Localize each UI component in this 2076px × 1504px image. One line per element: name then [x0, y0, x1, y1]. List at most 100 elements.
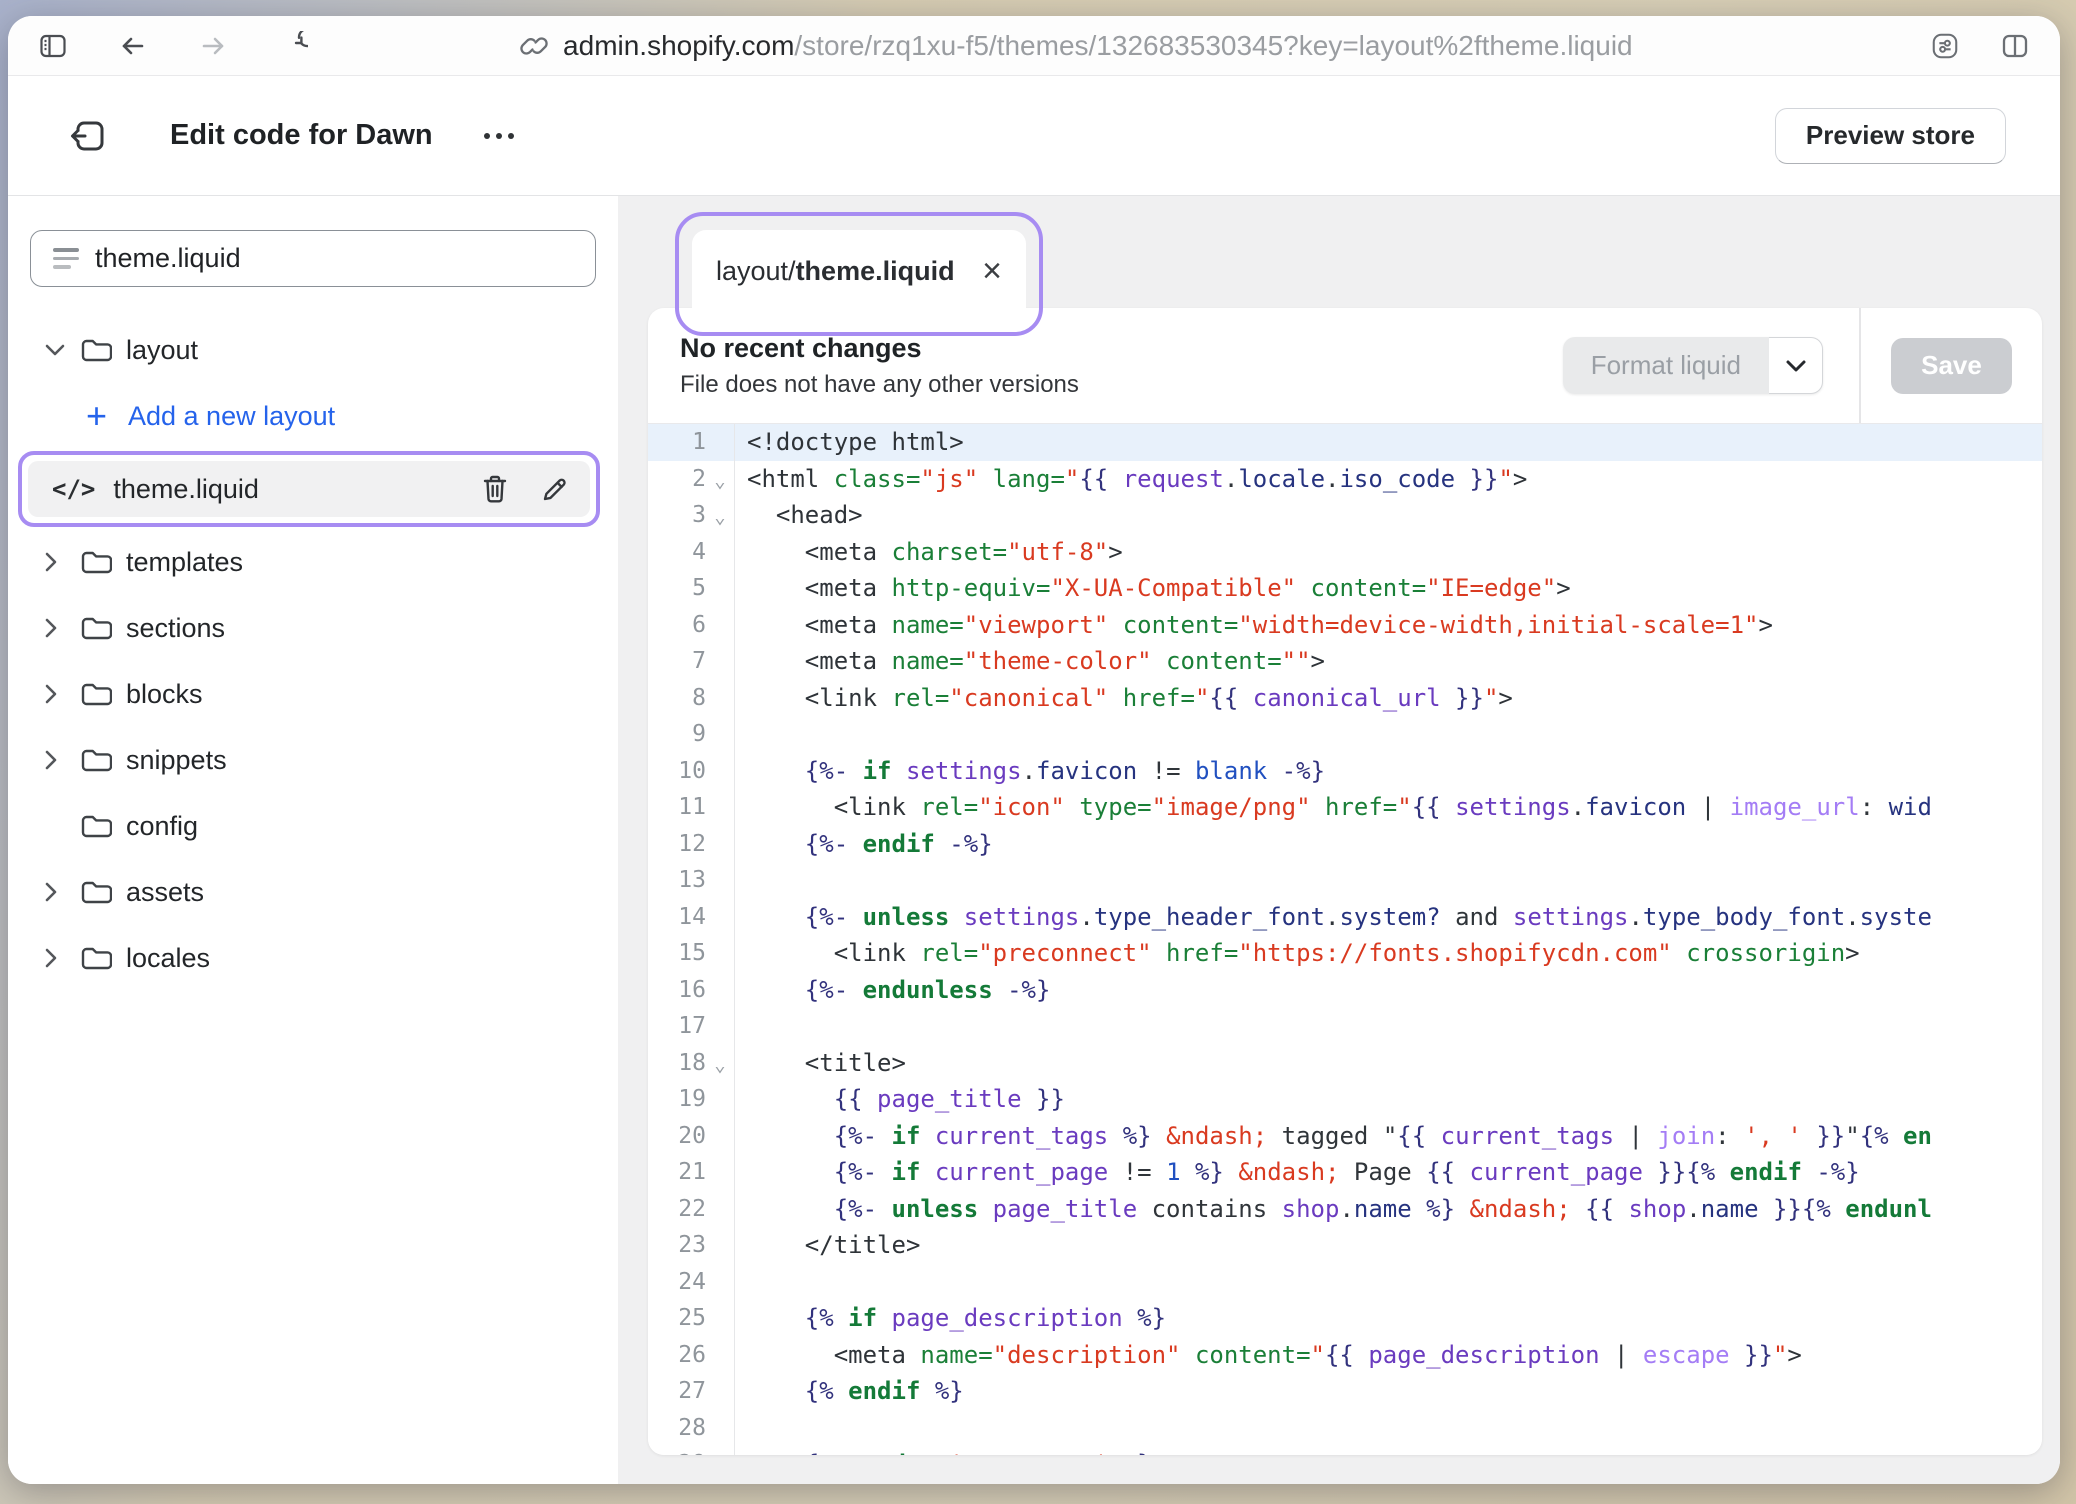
format-liquid-control: Format liquid — [1563, 337, 1823, 394]
fold-toggle-icon[interactable]: ⌄ — [706, 466, 734, 492]
file-search-box[interactable] — [30, 230, 596, 287]
reload-icon[interactable] — [278, 31, 308, 61]
code-line-18[interactable]: 18⌄ <title> — [648, 1045, 2042, 1082]
sidebar-item-sections[interactable]: sections — [26, 595, 600, 661]
sidebar-item-theme-liquid[interactable]: </>theme.liquid — [28, 461, 590, 517]
exit-icon[interactable] — [68, 116, 108, 156]
code-line-25[interactable]: 25 {% if page_description %} — [648, 1300, 2042, 1337]
status-title: No recent changes — [680, 333, 1079, 364]
code-text — [734, 1410, 2042, 1447]
editor-panel: layout/theme.liquid × No recent changes … — [618, 196, 2060, 1484]
code-line-27[interactable]: 27 {% endif %} — [648, 1373, 2042, 1410]
code-text: {%- endunless -%} — [734, 972, 2042, 1009]
line-number: 24 — [648, 1269, 706, 1295]
code-line-1[interactable]: 1<!doctype html> — [648, 424, 2042, 461]
app-header: Edit code for Dawn Preview store — [8, 76, 2060, 196]
folder-icon — [80, 680, 112, 708]
format-dropdown-button[interactable] — [1769, 337, 1823, 394]
sidebar-item-snippets[interactable]: snippets — [26, 727, 600, 793]
forward-icon[interactable] — [198, 31, 228, 61]
code-line-6[interactable]: 6 <meta name="viewport" content="width=d… — [648, 607, 2042, 644]
code-line-5[interactable]: 5 <meta http-equiv="X-UA-Compatible" con… — [648, 570, 2042, 607]
code-line-13[interactable]: 13 — [648, 862, 2042, 899]
fold-toggle-icon[interactable]: ⌄ — [706, 1050, 734, 1076]
preview-store-button[interactable]: Preview store — [1775, 108, 2006, 164]
code-text: {% render 'meta-tags' %} — [734, 1446, 2042, 1455]
browser-settings-icon[interactable] — [1930, 31, 1960, 61]
format-liquid-button[interactable]: Format liquid — [1563, 337, 1769, 394]
line-number: 19 — [648, 1086, 706, 1112]
url-host: admin.shopify.com — [563, 30, 794, 61]
folder-icon — [80, 336, 112, 364]
code-line-10[interactable]: 10 {%- if settings.favicon != blank -%} — [648, 753, 2042, 790]
code-line-22[interactable]: 22 {%- unless page_title contains shop.n… — [648, 1191, 2042, 1228]
code-text — [734, 716, 2042, 753]
sidebar-item-config[interactable]: config — [26, 793, 600, 859]
more-actions-icon[interactable] — [479, 130, 519, 142]
code-line-12[interactable]: 12 {%- endif -%} — [648, 826, 2042, 863]
edit-icon — [540, 474, 570, 504]
code-line-11[interactable]: 11 <link rel="icon" type="image/png" hre… — [648, 789, 2042, 826]
code-line-3[interactable]: 3⌄ <head> — [648, 497, 2042, 534]
code-line-26[interactable]: 26 <meta name="description" content="{{ … — [648, 1337, 2042, 1374]
code-text: </title> — [734, 1227, 2042, 1264]
code-line-21[interactable]: 21 {%- if current_page != 1 %} &ndash; P… — [648, 1154, 2042, 1191]
fold-gutter — [706, 842, 734, 846]
code-line-23[interactable]: 23 </title> — [648, 1227, 2042, 1264]
code-text: <title> — [734, 1045, 2042, 1082]
code-line-28[interactable]: 28 — [648, 1410, 2042, 1447]
delete-file-button[interactable] — [478, 472, 512, 506]
fold-gutter — [706, 1389, 734, 1393]
save-button[interactable]: Save — [1891, 338, 2012, 394]
folder-icon — [80, 548, 112, 576]
sidebar-item-assets[interactable]: assets — [26, 859, 600, 925]
link-icon — [519, 31, 549, 61]
line-number: 2 — [648, 466, 706, 492]
code-line-2[interactable]: 2⌄<html class="js" lang="{{ request.loca… — [648, 461, 2042, 498]
folder-icon — [80, 746, 112, 774]
code-line-14[interactable]: 14 {%- unless settings.type_header_font.… — [648, 899, 2042, 936]
plus-icon: + — [86, 395, 128, 437]
add-new-layout-button[interactable]: +Add a new layout — [26, 383, 600, 449]
code-line-9[interactable]: 9 — [648, 716, 2042, 753]
code-line-20[interactable]: 20 {%- if current_tags %} &ndash; tagged… — [648, 1118, 2042, 1155]
fold-gutter — [706, 1134, 734, 1138]
code-line-29[interactable]: 29 {% render 'meta-tags' %} — [648, 1446, 2042, 1455]
back-icon[interactable] — [118, 31, 148, 61]
rename-file-button[interactable] — [538, 472, 572, 506]
sidebar-item-blocks[interactable]: blocks — [26, 661, 600, 727]
code-line-19[interactable]: 19 {{ page_title }} — [648, 1081, 2042, 1118]
code-text: {%- if current_page != 1 %} &ndash; Page… — [734, 1154, 2042, 1191]
fold-gutter — [706, 1097, 734, 1101]
code-text — [734, 862, 2042, 899]
code-line-8[interactable]: 8 <link rel="canonical" href="{{ canonic… — [648, 680, 2042, 717]
tab-bar: layout/theme.liquid × — [648, 196, 2042, 308]
sidebar-toggle-icon[interactable] — [38, 31, 68, 61]
fold-gutter — [706, 1280, 734, 1284]
folder-icon — [80, 614, 112, 642]
line-number: 10 — [648, 758, 706, 784]
fold-gutter — [706, 732, 734, 736]
fold-toggle-icon[interactable]: ⌄ — [706, 502, 734, 528]
file-search-input[interactable] — [93, 242, 577, 275]
code-line-16[interactable]: 16 {%- endunless -%} — [648, 972, 2042, 1009]
code-text: <meta name="theme-color" content=""> — [734, 643, 2042, 680]
code-area[interactable]: 1<!doctype html>2⌄<html class="js" lang=… — [648, 424, 2042, 1455]
sidebar-item-templates[interactable]: templates — [26, 529, 600, 595]
url-path: /store/rzq1xu-f5/themes/132683530345?key… — [794, 30, 1632, 61]
file-tree: layout+Add a new layout </>theme.liquid te… — [8, 317, 618, 991]
code-text: <link rel="preconnect" href="https://fon… — [734, 935, 2042, 972]
code-line-15[interactable]: 15 <link rel="preconnect" href="https://… — [648, 935, 2042, 972]
code-text: <meta name="description" content="{{ pag… — [734, 1337, 2042, 1374]
chevron-right-icon — [44, 881, 58, 903]
fold-gutter — [706, 805, 734, 809]
sidebar-item-layout[interactable]: layout — [26, 317, 600, 383]
line-number: 14 — [648, 904, 706, 930]
split-view-icon[interactable] — [2000, 31, 2030, 61]
address-bar[interactable]: admin.shopify.com/store/rzq1xu-f5/themes… — [519, 30, 1633, 62]
code-line-17[interactable]: 17 — [648, 1008, 2042, 1045]
code-line-4[interactable]: 4 <meta charset="utf-8"> — [648, 534, 2042, 571]
code-line-24[interactable]: 24 — [648, 1264, 2042, 1301]
code-line-7[interactable]: 7 <meta name="theme-color" content=""> — [648, 643, 2042, 680]
sidebar-item-locales[interactable]: locales — [26, 925, 600, 991]
